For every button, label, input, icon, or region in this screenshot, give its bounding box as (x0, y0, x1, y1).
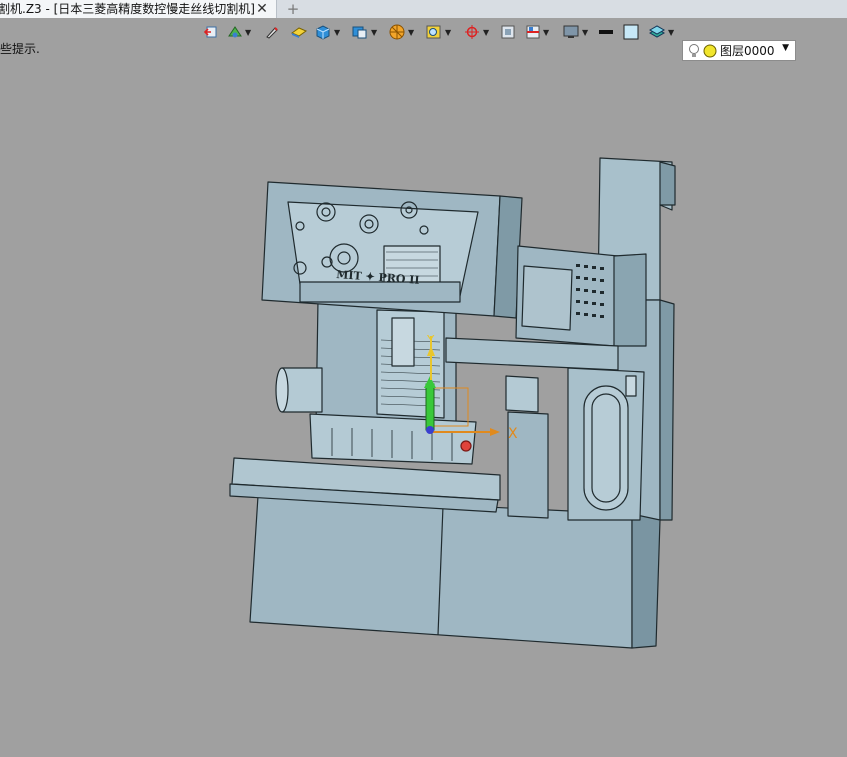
frame-icon[interactable] (500, 22, 516, 42)
document-tab[interactable]: 割机.Z3 - [日本三菱高精度数控慢走丝线切割机] ✕ (0, 0, 277, 18)
section-icon[interactable]: ▼ (525, 22, 549, 42)
shade-icon[interactable] (290, 22, 308, 42)
new-tab-button[interactable]: + (286, 0, 300, 18)
display-mode-icon[interactable]: ▼ (351, 22, 377, 42)
electrical-cabinet (567, 367, 645, 521)
side-block (505, 375, 549, 519)
tab-bar: 割机.Z3 - [日本三菱高精度数控慢走丝线切割机] ✕ + (0, 0, 847, 19)
render-sphere-icon[interactable]: ▼ (388, 22, 414, 42)
line-weight-icon[interactable] (598, 22, 614, 42)
tab-title: 割机.Z3 - [日本三菱高精度数控慢走丝线切割机] (0, 2, 255, 16)
monitor-icon[interactable]: ▼ (562, 22, 588, 42)
pencil-icon[interactable] (264, 22, 280, 42)
center-column (315, 299, 457, 431)
color-swatch-icon[interactable] (623, 22, 639, 42)
side-cylinder (275, 367, 323, 413)
model-viewport[interactable]: MIT ✦ PRO II X Y (0, 46, 847, 757)
lower-guide (309, 413, 477, 465)
axis-x-label: X (508, 426, 518, 442)
pick-filter-icon[interactable] (203, 22, 219, 42)
close-icon[interactable]: ✕ (255, 0, 269, 18)
axis-y-label: Y (426, 333, 435, 347)
upper-head (261, 181, 523, 319)
solid-cube-icon[interactable]: ▼ (314, 22, 340, 42)
view-toolbar: ▼ ▼ ▼ ▼ ▼ ▼ ▼ ▼ ▼ 图层0000 ▼ (0, 18, 847, 61)
control-panel (515, 245, 647, 347)
target-icon[interactable]: ▼ (463, 22, 489, 42)
layers-icon[interactable]: ▼ (648, 22, 674, 42)
view-style-icon[interactable]: ▼ (227, 22, 251, 42)
zoom-window-icon[interactable]: ▼ (425, 22, 451, 42)
